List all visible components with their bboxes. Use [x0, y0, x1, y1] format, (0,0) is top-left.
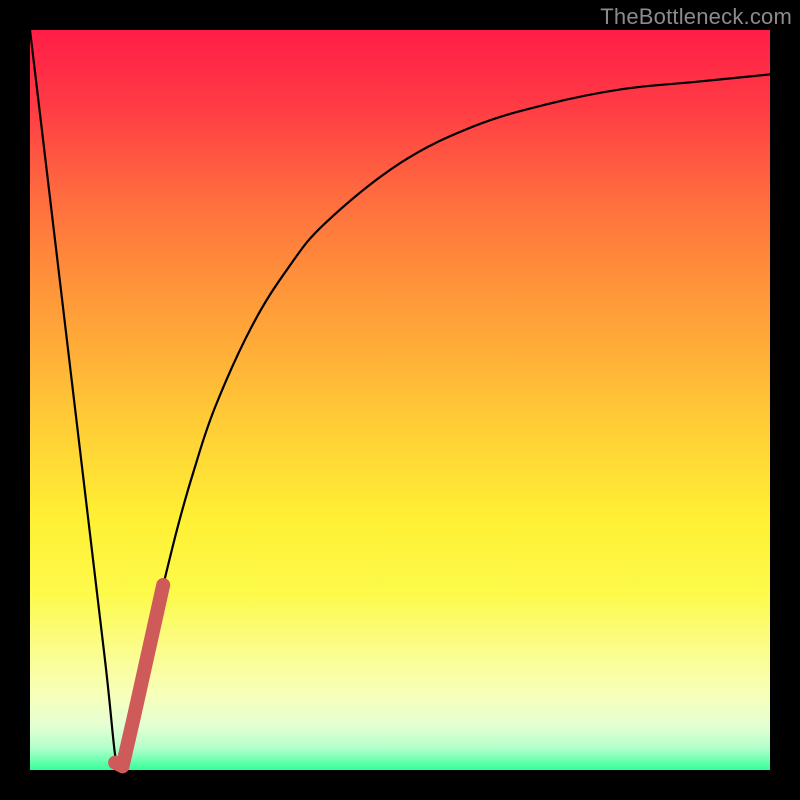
chart-frame: TheBottleneck.com	[0, 0, 800, 800]
plot-area	[30, 30, 770, 770]
optimal-marker	[115, 585, 163, 766]
chart-svg	[30, 30, 770, 770]
watermark-text: TheBottleneck.com	[600, 4, 792, 30]
